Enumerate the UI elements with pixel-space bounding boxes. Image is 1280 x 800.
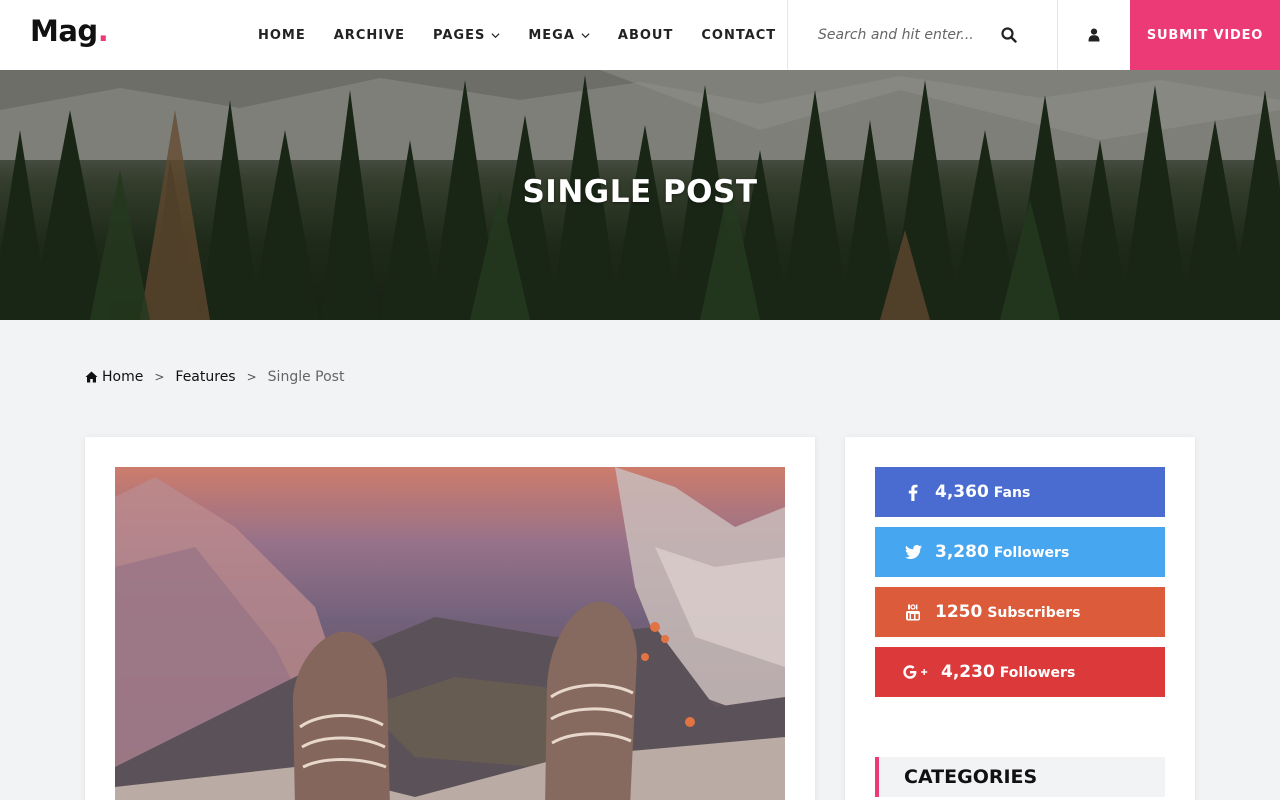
categories-title: CATEGORIES bbox=[904, 766, 1038, 788]
social-google-plus[interactable]: 4,230 Followers bbox=[875, 647, 1165, 697]
social-count: 4,230 bbox=[941, 662, 995, 682]
social-count: 4,360 bbox=[935, 482, 989, 502]
breadcrumb-features[interactable]: Features bbox=[175, 369, 235, 385]
social-label: Fans bbox=[993, 485, 1031, 501]
nav-item-pages[interactable]: PAGES bbox=[433, 28, 500, 43]
google-plus-icon bbox=[903, 662, 929, 682]
breadcrumb-current: Single Post bbox=[267, 369, 345, 385]
sidebar: 4,360 Fans 3,280 Followers 1250 Subscrib… bbox=[845, 437, 1195, 800]
nav-item-label: ABOUT bbox=[617, 27, 674, 43]
page-title: SINGLE POST bbox=[522, 174, 758, 210]
breadcrumb-home[interactable]: Home bbox=[85, 369, 143, 385]
logo-text: Mag bbox=[30, 14, 98, 48]
facebook-icon bbox=[903, 482, 923, 502]
logo-dot: . bbox=[97, 14, 109, 48]
nav-item-about[interactable]: ABOUT bbox=[618, 28, 673, 43]
search-icon[interactable] bbox=[1000, 26, 1018, 44]
submit-video-label: SUBMIT VIDEO bbox=[1146, 27, 1264, 43]
social-facebook[interactable]: 4,360 Fans bbox=[875, 467, 1165, 517]
nav-item-label: ARCHIVE bbox=[333, 27, 406, 43]
submit-video-button[interactable]: SUBMIT VIDEO bbox=[1130, 0, 1280, 70]
nav-item-contact[interactable]: CONTACT bbox=[701, 28, 776, 43]
nav-item-label: CONTACT bbox=[701, 27, 777, 43]
social-youtube[interactable]: 1250 Subscribers bbox=[875, 587, 1165, 637]
post-image-illustration bbox=[115, 467, 785, 800]
home-icon bbox=[85, 371, 98, 383]
social-label: Followers bbox=[993, 545, 1070, 561]
youtube-icon bbox=[903, 602, 923, 622]
search-input[interactable] bbox=[818, 22, 993, 48]
nav-item-mega[interactable]: MEGA bbox=[528, 28, 590, 43]
social-count: 1250 bbox=[935, 602, 983, 622]
twitter-icon bbox=[903, 542, 923, 562]
breadcrumb-home-label: Home bbox=[102, 369, 144, 385]
chevron-down-icon bbox=[491, 32, 500, 38]
post-card bbox=[85, 437, 815, 800]
social-label: Followers bbox=[999, 665, 1076, 681]
post-featured-image bbox=[115, 467, 785, 800]
nav-item-archive[interactable]: ARCHIVE bbox=[334, 28, 405, 43]
nav-item-label: PAGES bbox=[433, 27, 486, 43]
search-box bbox=[787, 0, 1058, 70]
site-header: Mag. HOME ARCHIVE PAGES MEGA ABOUT CONTA… bbox=[0, 0, 1280, 70]
page-hero: SINGLE POST bbox=[0, 70, 1280, 320]
user-account-button[interactable] bbox=[1058, 0, 1130, 70]
breadcrumb-separator: > bbox=[246, 370, 257, 384]
breadcrumb-separator: > bbox=[154, 370, 165, 384]
categories-heading: CATEGORIES bbox=[875, 757, 1165, 797]
social-count: 3,280 bbox=[935, 542, 989, 562]
main-nav: HOME ARCHIVE PAGES MEGA ABOUT CONTACT bbox=[258, 0, 804, 70]
site-logo[interactable]: Mag. bbox=[30, 14, 109, 48]
nav-item-home[interactable]: HOME bbox=[258, 28, 306, 43]
breadcrumb: Home > Features > Single Post bbox=[85, 369, 344, 385]
user-icon bbox=[1088, 28, 1100, 42]
social-twitter[interactable]: 3,280 Followers bbox=[875, 527, 1165, 577]
chevron-down-icon bbox=[581, 32, 590, 38]
social-label: Subscribers bbox=[987, 605, 1081, 621]
nav-item-label: MEGA bbox=[528, 27, 575, 43]
nav-item-label: HOME bbox=[258, 27, 306, 43]
